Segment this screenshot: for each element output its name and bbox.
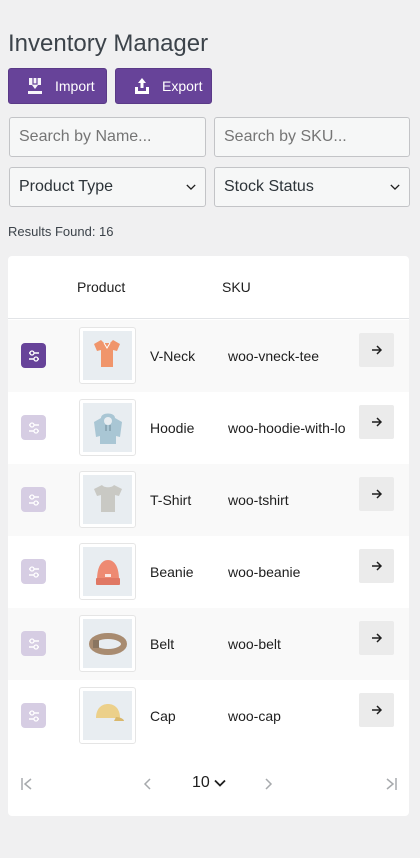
product-name: Hoodie bbox=[150, 420, 195, 436]
product-sku: woo-beanie bbox=[228, 564, 301, 580]
table-row: V-Neck woo-vneck-tee bbox=[8, 320, 409, 392]
chevron-down-icon bbox=[214, 774, 226, 792]
results-count: Results Found: 16 bbox=[8, 224, 114, 239]
page-title: Inventory Manager bbox=[8, 30, 209, 57]
stock-status-select[interactable]: Stock Status bbox=[214, 167, 410, 207]
row-select-button[interactable] bbox=[21, 631, 46, 656]
open-product-button[interactable] bbox=[359, 405, 394, 439]
adjust-icon bbox=[28, 709, 39, 722]
search-sku-placeholder: Search by SKU... bbox=[224, 128, 347, 145]
product-name: Belt bbox=[150, 636, 175, 652]
product-sku: woo-cap bbox=[228, 708, 281, 724]
row-select-button[interactable] bbox=[21, 559, 46, 584]
stock-status-value: Stock Status bbox=[224, 178, 314, 195]
adjust-icon bbox=[28, 565, 39, 578]
arrow-right-icon bbox=[371, 489, 382, 499]
product-thumbnail bbox=[79, 471, 136, 528]
product-type-select[interactable]: Product Type bbox=[9, 167, 206, 207]
chevron-down-icon bbox=[390, 182, 400, 192]
adjust-icon bbox=[28, 349, 39, 362]
row-select-button[interactable] bbox=[21, 343, 46, 368]
adjust-icon bbox=[28, 493, 39, 506]
open-product-button[interactable] bbox=[359, 333, 394, 367]
arrow-right-icon bbox=[371, 345, 382, 355]
next-page-icon[interactable] bbox=[259, 774, 279, 794]
belt-icon bbox=[88, 632, 127, 655]
import-button[interactable]: Import bbox=[8, 68, 107, 104]
product-sku: woo-tshirt bbox=[228, 492, 289, 508]
open-product-button[interactable] bbox=[359, 549, 394, 583]
product-name: Beanie bbox=[150, 564, 194, 580]
table-row: Cap woo-cap bbox=[8, 680, 409, 752]
open-product-button[interactable] bbox=[359, 693, 394, 727]
hoodie-icon bbox=[93, 413, 122, 444]
beanie-icon bbox=[95, 559, 120, 585]
row-select-button[interactable] bbox=[21, 487, 46, 512]
product-name: V-Neck bbox=[150, 348, 196, 364]
product-type-value: Product Type bbox=[19, 178, 113, 195]
product-thumbnail bbox=[79, 399, 136, 456]
row-select-button[interactable] bbox=[21, 703, 46, 728]
table-row: Hoodie woo-hoodie-with-logo bbox=[8, 392, 409, 464]
open-product-button[interactable] bbox=[359, 621, 394, 655]
export-label: Export bbox=[162, 78, 203, 94]
arrow-right-icon bbox=[371, 633, 382, 643]
product-sku: woo-belt bbox=[228, 636, 281, 652]
search-name-input[interactable]: Search by Name... bbox=[9, 117, 206, 157]
table-row: Beanie woo-beanie bbox=[8, 536, 409, 608]
chevron-down-icon bbox=[186, 182, 196, 192]
open-product-button[interactable] bbox=[359, 477, 394, 511]
last-page-icon[interactable] bbox=[381, 774, 401, 794]
previous-page-icon[interactable] bbox=[137, 774, 157, 794]
product-thumbnail bbox=[79, 327, 136, 384]
arrow-right-icon bbox=[371, 561, 382, 571]
tshirt-icon bbox=[93, 484, 122, 512]
import-label: Import bbox=[55, 78, 95, 94]
product-sku: woo-vneck-tee bbox=[228, 348, 320, 364]
export-icon bbox=[134, 77, 150, 95]
pagination: 10 bbox=[8, 766, 409, 802]
table-header: Product SKU bbox=[8, 256, 409, 319]
adjust-icon bbox=[28, 421, 39, 434]
adjust-icon bbox=[28, 637, 39, 650]
page-size-value: 10 bbox=[192, 774, 210, 791]
page-size-select[interactable]: 10 bbox=[192, 774, 226, 792]
import-icon bbox=[27, 77, 43, 95]
product-thumbnail bbox=[79, 687, 136, 744]
arrow-right-icon bbox=[371, 705, 382, 715]
first-page-icon[interactable] bbox=[17, 774, 37, 794]
table-row: T-Shirt woo-tshirt bbox=[8, 464, 409, 536]
product-name: Cap bbox=[150, 708, 176, 724]
product-thumbnail bbox=[79, 615, 136, 672]
column-header-product[interactable]: Product bbox=[77, 279, 125, 295]
cap-icon bbox=[95, 703, 124, 721]
inventory-table: Product SKU V-Neck woo-vneck-tee Hoodie woo… bbox=[8, 256, 409, 816]
row-select-button[interactable] bbox=[21, 415, 46, 440]
product-name: T-Shirt bbox=[150, 492, 192, 508]
export-button[interactable]: Export bbox=[115, 68, 212, 104]
column-header-sku[interactable]: SKU bbox=[222, 279, 251, 295]
product-thumbnail bbox=[79, 543, 136, 600]
search-sku-input[interactable]: Search by SKU... bbox=[214, 117, 410, 157]
vneck-tee-icon bbox=[93, 339, 120, 367]
search-name-placeholder: Search by Name... bbox=[19, 128, 152, 145]
table-row: Belt woo-belt bbox=[8, 608, 409, 680]
product-sku: woo-hoodie-with-logo bbox=[228, 420, 346, 436]
arrow-right-icon bbox=[371, 417, 382, 427]
